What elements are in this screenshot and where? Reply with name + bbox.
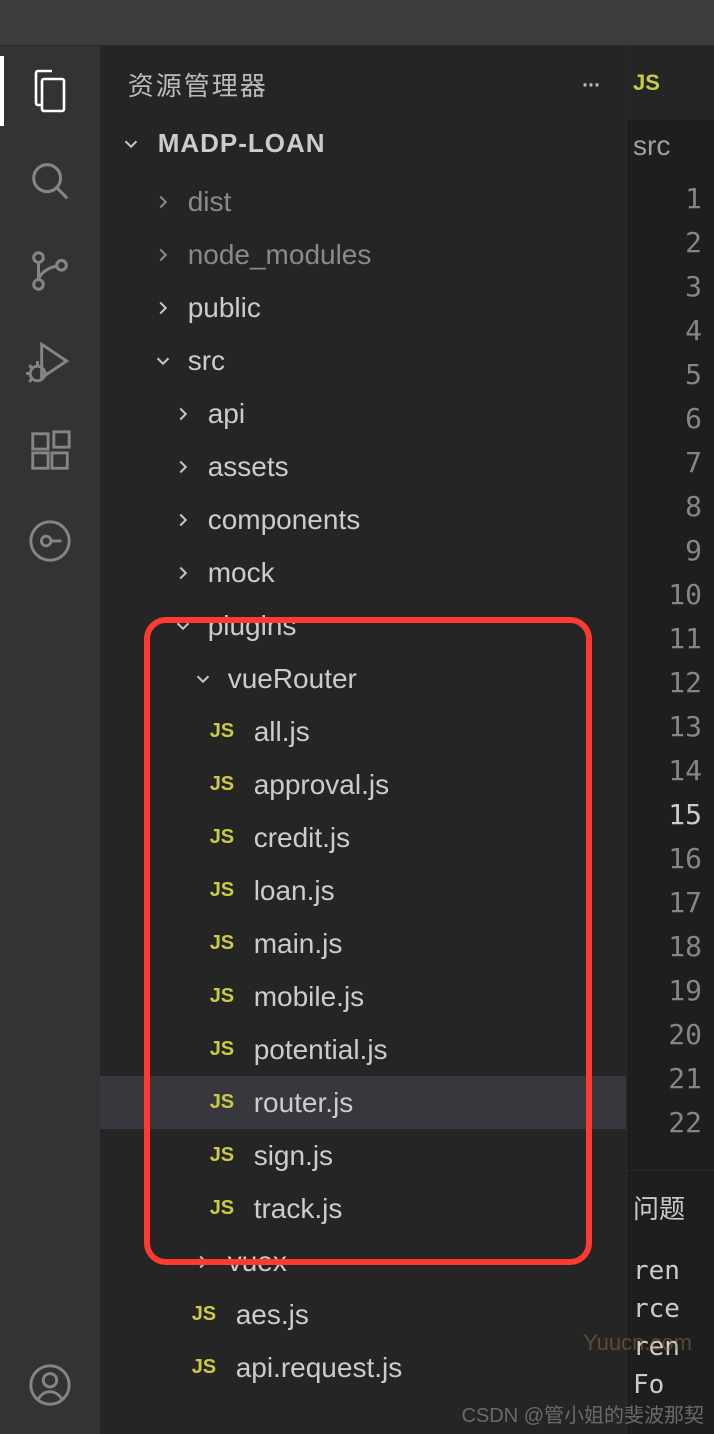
file-mobile-js[interactable]: JS mobile.js	[100, 970, 626, 1023]
line-number: 21	[668, 1056, 702, 1100]
file-tree: dist node_modules public src api assets	[100, 175, 626, 1434]
line-number: 2	[685, 220, 702, 264]
line-number: 3	[685, 264, 702, 308]
watermark-yuucn: Yuucn.com	[583, 1330, 692, 1356]
title-bar	[0, 0, 714, 46]
line-number: 20	[668, 1012, 702, 1056]
folder-plugins[interactable]: plugins	[100, 599, 626, 652]
watermark-csdn: CSDN @管小姐的斐波那契	[461, 1399, 704, 1428]
js-file-icon: JS	[210, 826, 248, 849]
chevron-right-icon	[172, 562, 202, 584]
line-number: 19	[668, 968, 702, 1012]
js-file-icon: JS	[210, 879, 248, 902]
file-track-js[interactable]: JS track.js	[100, 1182, 626, 1235]
js-file-icon: JS	[210, 720, 248, 743]
js-file-icon: JS	[210, 1144, 248, 1167]
folder-dist[interactable]: dist	[100, 175, 626, 228]
file-main-js[interactable]: JS main.js	[100, 917, 626, 970]
line-number: 4	[685, 308, 702, 352]
folder-vuerouter[interactable]: vueRouter	[100, 652, 626, 705]
js-file-icon: JS	[210, 773, 248, 796]
chevron-down-icon	[120, 133, 150, 155]
source-control-icon[interactable]	[25, 246, 75, 296]
project-name: MADP-LOAN	[158, 128, 326, 159]
folder-node-modules[interactable]: node_modules	[100, 228, 626, 281]
line-numbers: 12345678910111213141516171819202122	[627, 176, 714, 1144]
line-number: 22	[668, 1100, 702, 1144]
folder-vuex[interactable]: vuex	[100, 1235, 626, 1288]
line-number: 10	[668, 572, 702, 616]
js-file-icon: JS	[192, 1303, 230, 1326]
editor-tab[interactable]: JS	[627, 46, 714, 120]
line-number: 16	[668, 836, 702, 880]
line-number: 14	[668, 748, 702, 792]
js-file-icon: JS	[210, 985, 248, 1008]
extensions-icon[interactable]	[25, 426, 75, 476]
chevron-right-icon	[152, 191, 182, 213]
file-potential-js[interactable]: JS potential.js	[100, 1023, 626, 1076]
folder-components[interactable]: components	[100, 493, 626, 546]
account-icon[interactable]	[25, 1360, 75, 1410]
chevron-right-icon	[172, 509, 202, 531]
folder-assets[interactable]: assets	[100, 440, 626, 493]
folder-mock[interactable]: mock	[100, 546, 626, 599]
folder-public[interactable]: public	[100, 281, 626, 334]
debug-icon[interactable]	[25, 336, 75, 386]
file-router-js[interactable]: JS router.js	[100, 1076, 626, 1129]
chevron-right-icon	[192, 1251, 222, 1273]
line-number: 9	[685, 528, 702, 572]
line-number: 5	[685, 352, 702, 396]
chevron-down-icon	[152, 350, 182, 372]
line-number: 13	[668, 704, 702, 748]
search-icon[interactable]	[25, 156, 75, 206]
editor-area: JS src 123456789101112131415161718192021…	[626, 46, 714, 1434]
project-root[interactable]: MADP-LOAN	[100, 122, 626, 175]
file-credit-js[interactable]: JS credit.js	[100, 811, 626, 864]
line-number: 17	[668, 880, 702, 924]
line-number: 1	[685, 176, 702, 220]
js-file-icon: JS	[192, 1356, 230, 1379]
chevron-right-icon	[152, 297, 182, 319]
main-container: 资源管理器 ··· MADP-LOAN dist node_modules pu…	[0, 46, 714, 1434]
line-number: 12	[668, 660, 702, 704]
more-actions-icon[interactable]: ···	[580, 67, 598, 101]
chevron-right-icon	[152, 244, 182, 266]
explorer-icon[interactable]	[25, 66, 75, 116]
explorer-sidebar: 资源管理器 ··· MADP-LOAN dist node_modules pu…	[100, 46, 626, 1434]
line-number: 11	[668, 616, 702, 660]
chevron-down-icon	[192, 668, 222, 690]
line-number: 15	[668, 792, 702, 836]
js-file-icon: JS	[210, 932, 248, 955]
sidebar-title: 资源管理器	[128, 66, 268, 103]
chevron-right-icon	[172, 403, 202, 425]
chevron-right-icon	[172, 456, 202, 478]
folder-src[interactable]: src	[100, 334, 626, 387]
activity-bar	[0, 46, 100, 1434]
gitlens-icon[interactable]	[25, 516, 75, 566]
file-approval-js[interactable]: JS approval.js	[100, 758, 626, 811]
breadcrumb[interactable]: src	[627, 120, 714, 176]
line-number: 7	[685, 440, 702, 484]
chevron-down-icon	[172, 615, 202, 637]
file-loan-js[interactable]: JS loan.js	[100, 864, 626, 917]
file-sign-js[interactable]: JS sign.js	[100, 1129, 626, 1182]
js-file-icon: JS	[210, 1038, 248, 1061]
js-file-icon: JS	[633, 70, 660, 96]
line-number: 18	[668, 924, 702, 968]
sidebar-header: 资源管理器 ···	[100, 46, 626, 122]
file-api-request-js[interactable]: JS api.request.js	[100, 1341, 626, 1394]
file-aes-js[interactable]: JS aes.js	[100, 1288, 626, 1341]
panel-tab-problems[interactable]: 问题	[627, 1170, 714, 1226]
js-file-icon: JS	[210, 1091, 248, 1114]
line-number: 8	[685, 484, 702, 528]
folder-api[interactable]: api	[100, 387, 626, 440]
terminal-output: ren rce ren Fo	[627, 1252, 714, 1404]
file-all-js[interactable]: JS all.js	[100, 705, 626, 758]
line-number: 6	[685, 396, 702, 440]
js-file-icon: JS	[210, 1197, 248, 1220]
